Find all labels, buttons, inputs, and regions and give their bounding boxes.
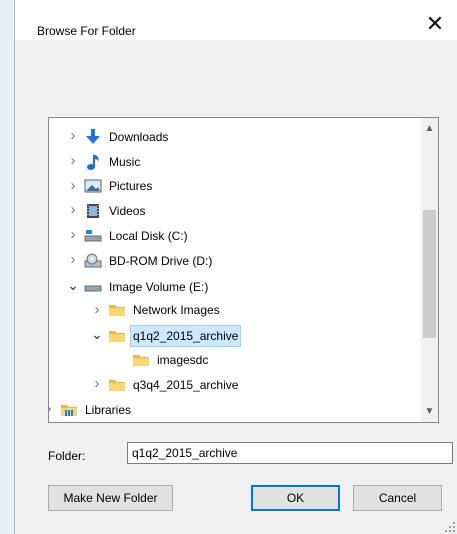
resize-grip-icon[interactable] [445,522,455,532]
tree-item[interactable]: ⌄ q1q2_2015_archive [87,322,242,348]
browse-for-folder-dialog: Browse For Folder ✕ › Downloads › Music › Pic… [14,0,457,534]
folder-icon [107,377,130,391]
tree-item-label: Local Disk (C:) [109,229,188,244]
vertical-scrollbar[interactable]: ▲ ▼ [421,118,438,422]
bd-rom-icon [83,253,106,268]
chevron-right-icon[interactable]: › [63,124,83,148]
tree-item-label: q3q4_2015_archive [133,377,239,392]
chevron-right-icon[interactable]: › [63,223,83,247]
title-bar: Browse For Folder ✕ [15,0,457,40]
tree-item-label: q1q2_2015_archive [130,325,242,348]
tree-item-label: Image Volume (E:) [109,279,209,294]
chevron-right-icon[interactable]: › [63,248,83,272]
tree-item[interactable]: › Libraries [49,397,134,421]
chevron-right-icon[interactable]: › [87,298,107,322]
tree-item[interactable]: › Network Images [87,298,223,322]
chevron-right-icon[interactable]: › [63,174,83,198]
tree-item-label: Downloads [109,129,169,144]
scrollbar-thumb[interactable] [423,210,436,338]
chevron-right-icon[interactable]: › [63,198,83,222]
tree-item[interactable]: › BD-ROM Drive (D:) [63,248,215,272]
tree-item-label: Music [109,154,141,169]
folder-icon [107,328,130,343]
videos-icon [83,203,106,219]
local-disk-icon [83,228,106,242]
dialog-title: Browse For Folder [37,24,136,38]
chevron-right-icon[interactable]: › [87,372,107,396]
cancel-button[interactable]: Cancel [353,485,442,511]
chevron-down-icon[interactable]: ⌄ [87,322,107,346]
folder-icon [131,352,154,367]
tree-item-label: Pictures [109,179,153,194]
tree-item[interactable]: › Downloads [63,124,171,148]
close-button[interactable]: ✕ [413,10,457,40]
scroll-down-icon[interactable]: ▼ [421,403,438,420]
downloads-icon [83,128,106,144]
tree-item[interactable]: imagesdc [111,347,211,371]
tree-item-label: BD-ROM Drive (D:) [109,253,213,268]
folder-icon [107,303,130,317]
pictures-icon [83,179,106,193]
tree-item[interactable]: ⌄ Image Volume (E:) [63,273,211,297]
tree-item-label: imagesdc [157,353,209,368]
libraries-icon [59,402,82,416]
music-icon [83,154,106,170]
drive-icon [83,279,106,293]
close-icon: ✕ [425,11,445,36]
chevron-right-icon[interactable]: › [49,397,59,421]
scroll-up-icon[interactable]: ▲ [421,120,438,137]
tree-item[interactable]: › Videos [63,198,148,222]
tree-item[interactable]: › Music [63,149,143,173]
make-new-folder-button[interactable]: Make New Folder [48,485,173,511]
tree-item-label: Network Images [133,303,220,318]
chevron-right-icon[interactable]: › [63,149,83,173]
tree-item-label: Libraries [85,402,132,417]
tree-item[interactable]: › q3q4_2015_archive [87,372,241,396]
folder-input[interactable] [127,442,453,464]
folder-label: Folder: [48,449,86,463]
tree-item[interactable]: › Local Disk (C:) [63,223,191,247]
tree-item[interactable]: › Pictures [63,174,155,198]
ok-button[interactable]: OK [251,485,340,511]
folder-tree[interactable]: › Downloads › Music › Pictures › Videos › Local D… [48,117,439,423]
tree-item-label: Videos [109,204,146,219]
chevron-down-icon[interactable]: ⌄ [63,273,83,297]
